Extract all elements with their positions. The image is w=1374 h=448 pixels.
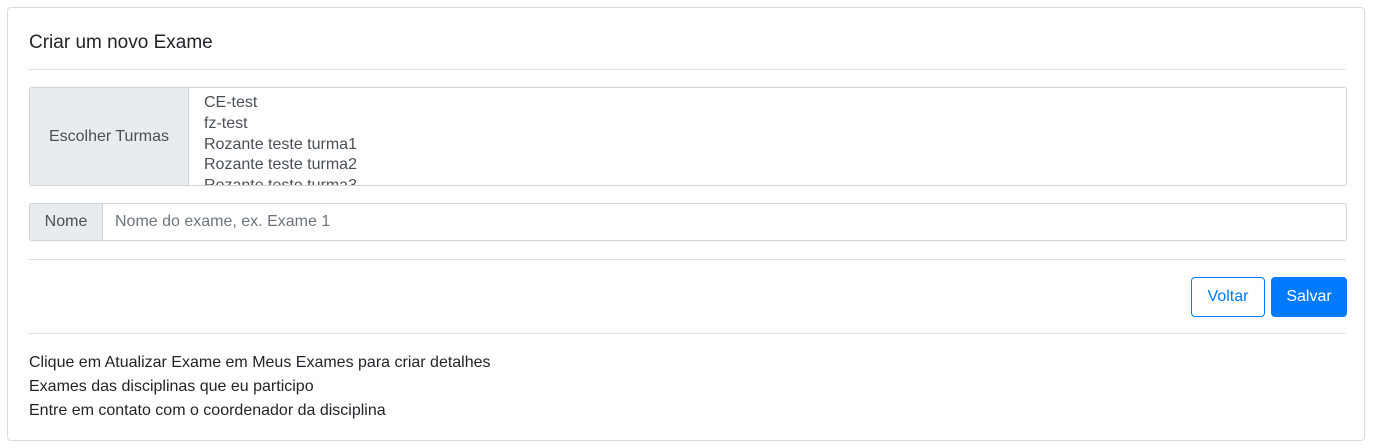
exam-form-card: Criar um novo Exame Escolher Turmas CE-t… [7, 7, 1365, 441]
turma-option[interactable]: fz-test [204, 114, 1346, 135]
nome-input[interactable] [102, 203, 1347, 241]
help-note: Clique em Atualizar Exame em Meus Exames… [29, 354, 491, 371]
turmas-multiselect[interactable]: CE-test fz-test Rozante teste turma1 Roz… [189, 88, 1346, 185]
nome-group: Nome [29, 203, 1347, 241]
nome-label: Nome [29, 203, 102, 241]
help-note: Entre em contato com o coordenador da di… [29, 402, 386, 419]
card-title: Criar um novo Exame [29, 32, 213, 53]
turma-option[interactable]: CE-test [204, 93, 1346, 114]
divider [28, 69, 1346, 70]
turma-option[interactable]: Rozante teste turma2 [204, 155, 1346, 176]
voltar-button[interactable]: Voltar [1191, 277, 1265, 317]
salvar-button[interactable]: Salvar [1271, 277, 1347, 317]
help-notes: Clique em Atualizar Exame em Meus Exames… [29, 351, 491, 423]
divider [28, 259, 1346, 260]
help-note: Exames das disciplinas que eu participo [29, 378, 314, 395]
turmas-label: Escolher Turmas [30, 88, 189, 185]
turmas-group: Escolher Turmas CE-test fz-test Rozante … [29, 87, 1347, 186]
divider [28, 333, 1346, 334]
turma-option[interactable]: Rozante teste turma1 [204, 135, 1346, 156]
turma-option[interactable]: Rozante teste turma3 [204, 176, 1346, 185]
